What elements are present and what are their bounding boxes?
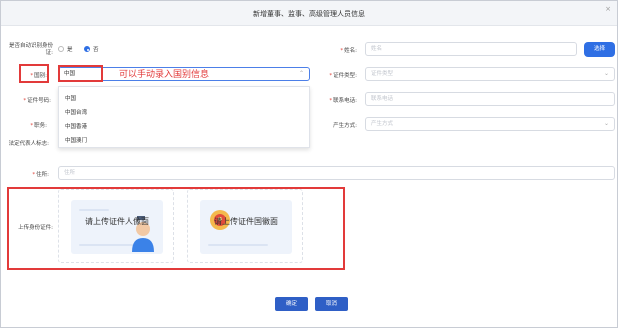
dropdown-option[interactable]: 中国 [65, 94, 76, 102]
required-mark: * [340, 48, 344, 54]
position-label: *职务: [7, 121, 47, 129]
upload-portrait-text: 请上传证件人像面 [85, 217, 149, 226]
label-highlight-box [19, 64, 49, 83]
auto-id-no-radio[interactable] [84, 46, 90, 52]
auto-id-yes-radio[interactable] [58, 46, 64, 52]
id-type-placeholder: 证件类型 [371, 71, 394, 77]
cancel-button[interactable]: 取消 [315, 297, 348, 311]
required-mark: * [30, 123, 34, 129]
upload-emblem-text: 请上传证件国徽面 [214, 217, 278, 226]
nationality-dropdown: 中国 中国台湾 中国香港 中国澳门 [58, 86, 310, 148]
id-type-label-text: 证件类型: [333, 73, 357, 79]
address-label-text: 住所: [36, 172, 49, 178]
confirm-button[interactable]: 确定 [275, 297, 308, 311]
auto-id-no-label: 否 [93, 47, 99, 53]
required-mark: * [329, 73, 333, 79]
legal-rep-label: 法定代表人标志: [8, 141, 49, 147]
dropdown-option[interactable]: 中国澳门 [65, 136, 87, 144]
annotation-text: 可以手动录入国别信息 [119, 70, 210, 80]
portrait-card: 请上传证件人像面 [71, 200, 163, 254]
close-icon[interactable]: × [605, 5, 611, 13]
input-highlight-box [58, 65, 103, 82]
id-number-label-text: 证件号码: [27, 98, 51, 104]
upload-portrait-area[interactable]: 请上传证件人像面 [58, 189, 174, 263]
select-button[interactable]: 选择 [584, 42, 615, 57]
method-placeholder: 产生方式 [371, 121, 394, 127]
chevron-down-icon: ⌄ [603, 120, 609, 127]
id-type-label: *证件类型: [301, 71, 357, 79]
id-number-label: *证件号码: [7, 96, 51, 104]
phone-label-text: 联系电话: [333, 98, 357, 104]
auto-id-label: 是否自动识别身份证: [8, 43, 53, 56]
required-mark: * [32, 172, 36, 178]
upload-label: 上传身份证件: [18, 225, 53, 231]
upload-emblem-area[interactable]: 请上传证件国徽面 [187, 189, 303, 263]
address-input[interactable]: 住所 [58, 166, 615, 180]
method-select[interactable]: 产生方式 ⌄ [365, 117, 615, 131]
required-mark: * [23, 98, 27, 104]
emblem-card: 请上传证件国徽面 [200, 200, 292, 254]
address-label: *住所: [7, 170, 49, 178]
chevron-down-icon: ⌄ [603, 70, 609, 77]
dialog-header: 新增董事、监事、高级管理人员信息 × [1, 1, 617, 26]
id-type-select[interactable]: 证件类型 ⌄ [365, 67, 615, 81]
name-input[interactable]: 姓名 [365, 42, 577, 56]
name-label-text: 姓名: [344, 48, 357, 54]
name-label: *姓名: [301, 46, 357, 54]
placeholder-line [79, 209, 109, 211]
placeholder-line [208, 244, 268, 246]
required-mark: * [329, 98, 333, 104]
dropdown-option[interactable]: 中国台湾 [65, 108, 87, 116]
auto-id-yes-label: 是 [67, 47, 73, 53]
dropdown-option[interactable]: 中国香港 [65, 122, 87, 130]
position-label-text: 职务: [34, 123, 47, 129]
add-director-dialog: 新增董事、监事、高级管理人员信息 × 是否自动识别身份证: 是 否 *姓名: 姓… [0, 0, 618, 328]
phone-input[interactable]: 联系电话 [365, 92, 615, 106]
dialog-title: 新增董事、监事、高级管理人员信息 [253, 10, 365, 18]
